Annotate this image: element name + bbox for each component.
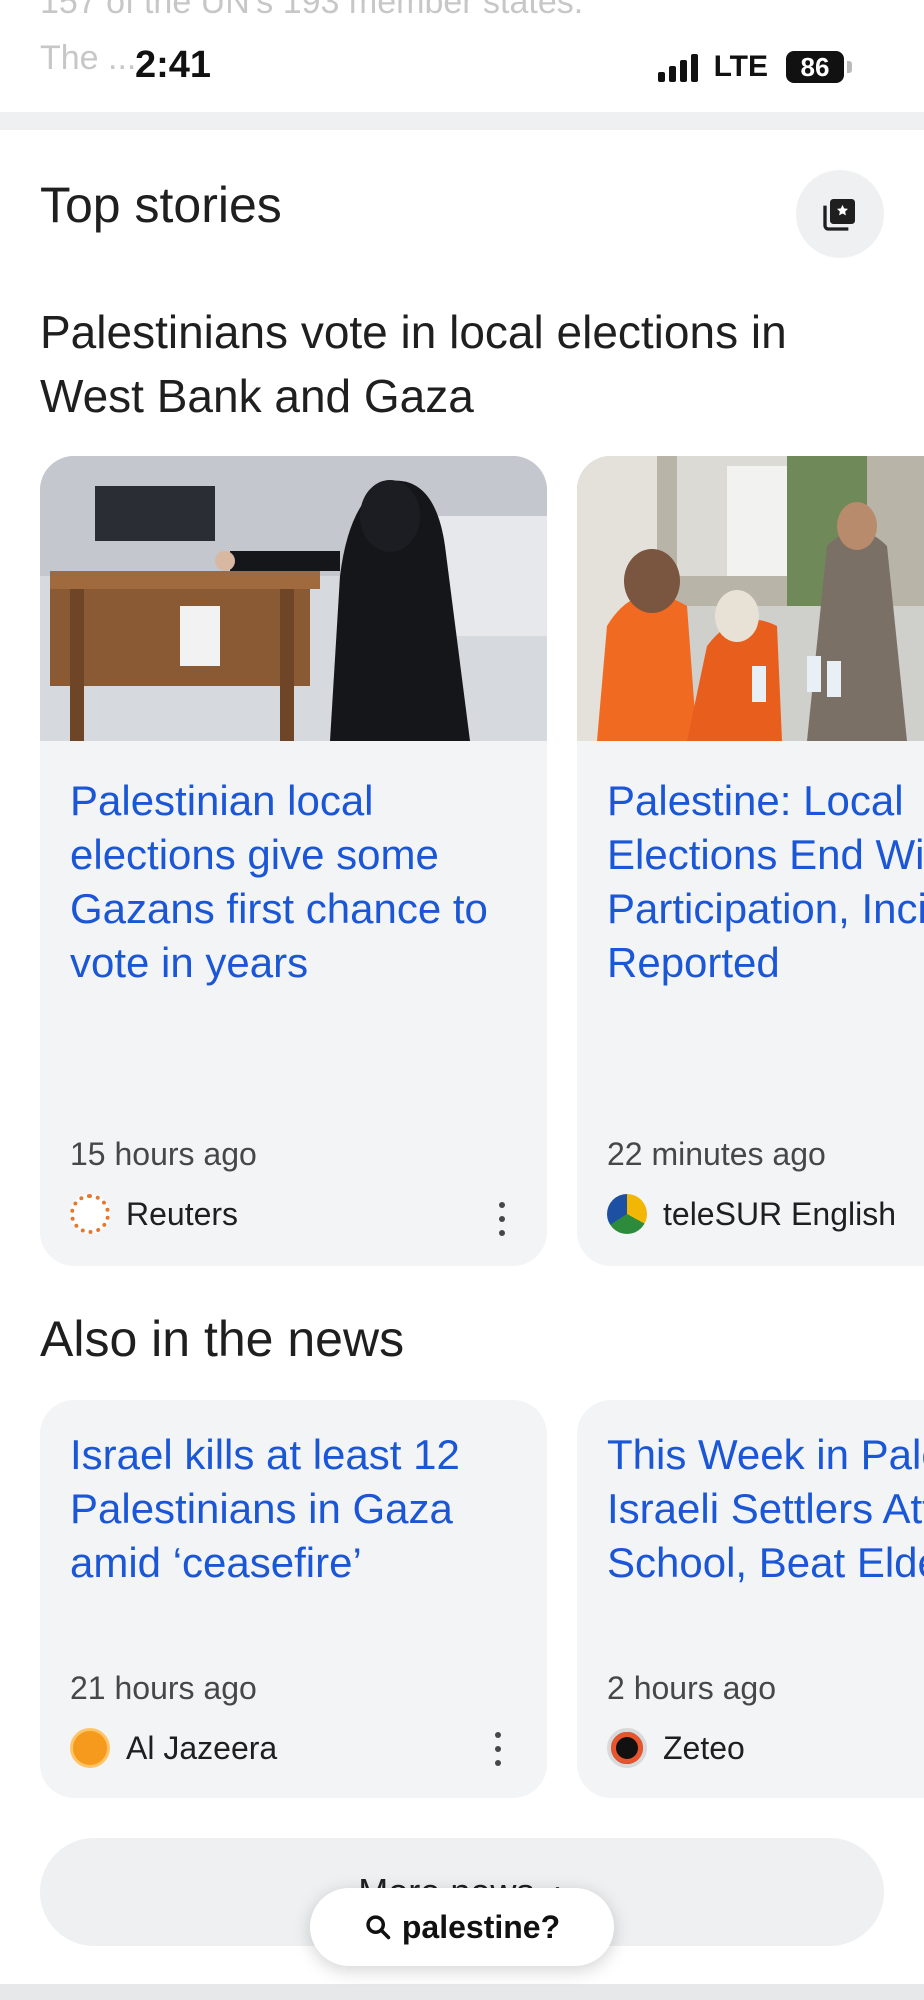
- network-type: LTE: [713, 50, 768, 83]
- page: 157 of the UN's 193 member states. The .…: [0, 0, 924, 2000]
- more-options-icon[interactable]: [493, 1732, 503, 1766]
- status-bar: 2:41 LTE 86: [0, 0, 924, 112]
- section-divider: [0, 1984, 924, 2000]
- news-card-source: Reuters: [70, 1194, 238, 1234]
- news-thumbnail-image: [577, 456, 924, 741]
- news-card-title[interactable]: Palestine: Local Elections End With 53% …: [607, 774, 924, 990]
- source-name: Al Jazeera: [126, 1729, 278, 1766]
- news-card-title[interactable]: Israel kills at least 12 Palestinians in…: [70, 1428, 520, 1590]
- news-card-time: 15 hours ago: [70, 1136, 257, 1172]
- news-card-time: 2 hours ago: [607, 1670, 777, 1706]
- status-time: 2:41: [135, 44, 212, 86]
- star-collection-icon: [823, 199, 855, 231]
- more-options-icon[interactable]: [497, 1202, 507, 1236]
- section-divider: [0, 112, 924, 130]
- stories-bookmark-button[interactable]: [796, 170, 884, 258]
- status-indicators: LTE 86: [657, 50, 852, 84]
- news-card[interactable]: Israel kills at least 12 Palestinians in…: [40, 1400, 547, 1798]
- source-name: Zeteo: [663, 1729, 745, 1766]
- top-stories-title: Top stories: [40, 177, 282, 233]
- news-card[interactable]: Palestinian local elections give some Ga…: [40, 456, 547, 1266]
- news-card-source: teleSUR English: [607, 1194, 896, 1234]
- news-thumbnail-image: [40, 456, 547, 741]
- news-card-source: Al Jazeera: [70, 1728, 277, 1768]
- zeteo-logo-icon: [607, 1728, 647, 1768]
- cellular-signal-icon: [657, 52, 698, 82]
- story-cluster-headline[interactable]: Palestinians vote in local elections in …: [40, 300, 900, 428]
- source-name: teleSUR English: [663, 1195, 896, 1232]
- battery-icon: 86: [786, 51, 852, 83]
- source-name: Reuters: [126, 1195, 239, 1232]
- news-card-time: 22 minutes ago: [607, 1136, 826, 1172]
- news-card-time: 21 hours ago: [70, 1670, 257, 1706]
- news-card[interactable]: Palestine: Local Elections End With 53% …: [577, 456, 924, 1266]
- news-card-title[interactable]: Palestinian local elections give some Ga…: [70, 774, 520, 990]
- news-card-source: Zeteo: [607, 1728, 745, 1768]
- al-jazeera-logo-icon: [70, 1728, 110, 1768]
- also-in-the-news-title: Also in the news: [40, 1311, 405, 1367]
- telesur-logo-icon: [607, 1194, 647, 1234]
- search-query-text: palestine?: [401, 1908, 561, 1945]
- search-icon: [366, 1915, 391, 1940]
- news-card[interactable]: This Week in Palestine: Israeli Settlers…: [577, 1400, 924, 1798]
- news-card-title[interactable]: This Week in Palestine: Israeli Settlers…: [607, 1428, 924, 1590]
- reuters-logo-icon: [70, 1194, 110, 1234]
- search-query-pill[interactable]: palestine?: [310, 1888, 614, 1966]
